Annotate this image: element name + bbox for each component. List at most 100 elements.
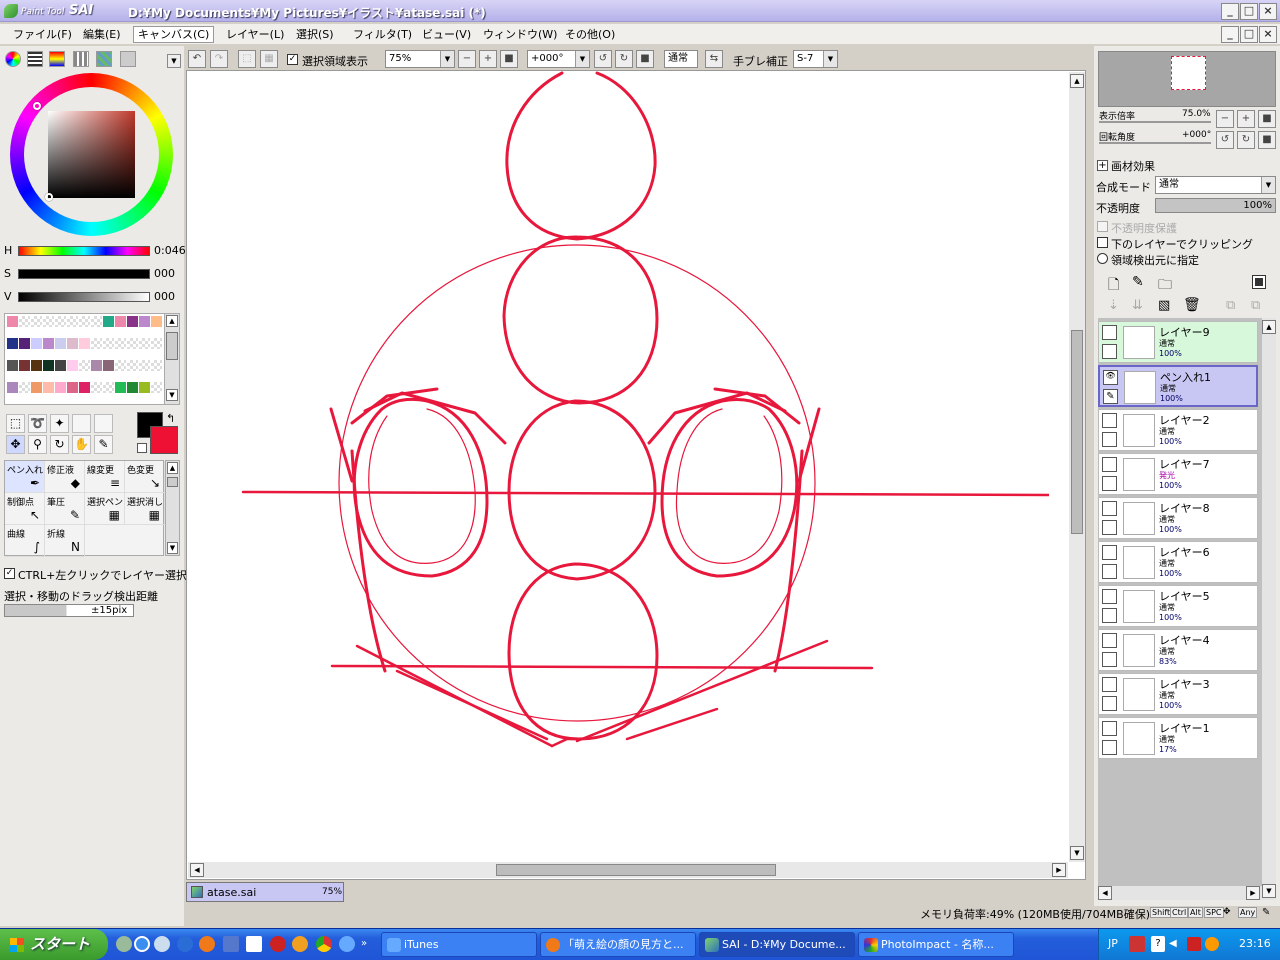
palette-swatch[interactable]: [79, 360, 90, 371]
tray-expand-icon[interactable]: ◀: [1169, 938, 1177, 949]
quicklaunch-itunes-icon[interactable]: [339, 936, 355, 952]
brush-scroll-up-icon[interactable]: ▲: [167, 462, 178, 474]
zoom-reset-icon[interactable]: ■: [500, 50, 518, 68]
brush-scroll-down-icon[interactable]: ▼: [167, 542, 178, 554]
layer-row[interactable]: 👁 ✎ ペン入れ1 通常 100%: [1098, 365, 1258, 407]
palette-swatch[interactable]: [43, 382, 54, 393]
palette-swatch[interactable]: [43, 360, 54, 371]
palette-scroll-down-icon[interactable]: ▼: [166, 389, 178, 401]
lock-toggle[interactable]: [1102, 432, 1117, 447]
minimize-button[interactable]: _: [1221, 3, 1239, 20]
scroll-up-icon[interactable]: ▲: [1070, 74, 1084, 88]
zoom-in-icon[interactable]: +: [479, 50, 497, 68]
menu-other[interactable]: その他(O): [560, 26, 620, 43]
layer-mask-icon[interactable]: [1252, 275, 1266, 289]
start-button[interactable]: スタート: [0, 929, 108, 960]
palette-swatch[interactable]: [91, 338, 102, 349]
palette-swatch[interactable]: [67, 382, 78, 393]
hand-icon[interactable]: ✋: [72, 435, 91, 454]
new-linework-layer-icon[interactable]: ✎: [1132, 274, 1144, 290]
quicklaunch-browser-icon[interactable]: [177, 936, 193, 952]
nav-zoom-out-icon[interactable]: −: [1216, 110, 1234, 128]
brush-slot[interactable]: 筆圧 ✎: [45, 493, 85, 525]
transparent-color-icon[interactable]: [137, 443, 147, 453]
view-mode-button[interactable]: 通常: [664, 50, 698, 68]
layer-row[interactable]: レイヤー9 通常 100%: [1098, 321, 1258, 363]
palette-swatch[interactable]: [127, 338, 138, 349]
visibility-toggle[interactable]: [1102, 589, 1117, 604]
visibility-toggle[interactable]: [1102, 325, 1117, 340]
palette-swatch[interactable]: [7, 382, 18, 393]
brush-slot[interactable]: 選択消し ▦: [125, 493, 165, 525]
palette-scroll-thumb[interactable]: [166, 332, 178, 360]
swatch-tab-icon[interactable]: [96, 51, 112, 67]
palette-swatch[interactable]: [103, 382, 114, 393]
lock-toggle[interactable]: [1102, 344, 1117, 359]
layer-scroll-right-icon[interactable]: ▶: [1246, 886, 1260, 900]
lock-toggle[interactable]: [1102, 608, 1117, 623]
palette-swatch[interactable]: [19, 338, 30, 349]
task-itunes[interactable]: iTunes: [381, 932, 537, 957]
redo-icon[interactable]: ↷: [210, 50, 228, 68]
tray-app2-icon[interactable]: [1205, 937, 1219, 951]
palette-swatch[interactable]: [67, 338, 78, 349]
palette-swatch[interactable]: [115, 338, 126, 349]
palette-swatch[interactable]: [151, 360, 162, 371]
protect-opacity-checkbox[interactable]: [1097, 221, 1108, 232]
blend-mode-select[interactable]: 通常 ▼: [1155, 176, 1276, 194]
sv-marker[interactable]: [45, 193, 53, 201]
stabilizer-select[interactable]: S-7 ▼: [793, 50, 838, 68]
quicklaunch-media-icon[interactable]: [154, 936, 170, 952]
document-tab[interactable]: atase.sai 75%: [186, 882, 344, 902]
palette-swatch[interactable]: [139, 316, 150, 327]
palette-swatch[interactable]: [79, 316, 90, 327]
hsv-tab-icon[interactable]: [73, 51, 89, 67]
delete-layer-icon[interactable]: 🗑: [1183, 297, 1201, 313]
merge-visible-icon[interactable]: ⧉: [1226, 298, 1235, 313]
palette-swatch[interactable]: [19, 382, 30, 393]
slider-tab-icon[interactable]: [27, 51, 43, 67]
doc-restore-button[interactable]: □: [1240, 26, 1258, 43]
palette-swatch[interactable]: [31, 338, 42, 349]
hue-slider[interactable]: [18, 246, 150, 256]
vertical-scroll-thumb[interactable]: [1071, 330, 1083, 534]
palette-swatch[interactable]: [31, 382, 42, 393]
transfer-down-icon[interactable]: ⇣: [1108, 298, 1119, 313]
show-selection-checkbox[interactable]: ✓: [287, 54, 298, 65]
menu-window[interactable]: ウィンドウ(W): [478, 26, 562, 43]
rect-select-icon[interactable]: ⬚: [6, 414, 25, 433]
color-wheel-tab-icon[interactable]: [5, 51, 21, 67]
menu-layer[interactable]: レイヤー(L): [221, 26, 289, 43]
horizontal-scroll-thumb[interactable]: [496, 864, 776, 876]
scroll-left-icon[interactable]: ◀: [190, 863, 204, 877]
canvas-vertical-scrollbar[interactable]: ▲ ▼: [1069, 72, 1085, 862]
menu-edit[interactable]: 編集(E): [78, 26, 126, 43]
quicklaunch-tool-icon[interactable]: [223, 936, 239, 952]
menu-view[interactable]: ビュー(V): [417, 26, 476, 43]
palette-swatch[interactable]: [7, 316, 18, 327]
task-browser[interactable]: 「萌え絵の顔の見方と...: [540, 932, 696, 957]
palette-swatch[interactable]: [55, 338, 66, 349]
nav-rotate-right-icon[interactable]: ↻: [1237, 131, 1255, 149]
visibility-toggle[interactable]: [1102, 721, 1117, 736]
rotate-icon[interactable]: ↻: [50, 435, 69, 454]
layer-row[interactable]: レイヤー8 通常 100%: [1098, 497, 1258, 539]
close-button[interactable]: ×: [1259, 3, 1277, 20]
palette-swatch[interactable]: [127, 360, 138, 371]
lock-toggle[interactable]: [1102, 520, 1117, 535]
invert-selection-icon[interactable]: ▦: [260, 50, 278, 68]
palette-swatch[interactable]: [7, 338, 18, 349]
new-folder-icon[interactable]: 🗀: [1158, 274, 1172, 298]
eye-icon[interactable]: 👁: [1103, 370, 1118, 385]
scroll-down-icon[interactable]: ▼: [1070, 846, 1084, 860]
quicklaunch-chrome-icon[interactable]: [316, 936, 332, 952]
brush-slot[interactable]: 制御点 ↖: [5, 493, 45, 525]
palette-swatch[interactable]: [19, 360, 30, 371]
palette-swatch[interactable]: [115, 382, 126, 393]
rotate-reset-icon[interactable]: ■: [636, 50, 654, 68]
pen-lock-icon[interactable]: ✎: [1103, 389, 1118, 404]
flatten-icon[interactable]: ⧉: [1251, 298, 1260, 313]
menu-filter[interactable]: フィルタ(T): [348, 26, 417, 43]
panel-toggle-icon[interactable]: ▼: [167, 54, 181, 68]
palette-scrollbar[interactable]: ▲ ▼: [164, 314, 179, 404]
